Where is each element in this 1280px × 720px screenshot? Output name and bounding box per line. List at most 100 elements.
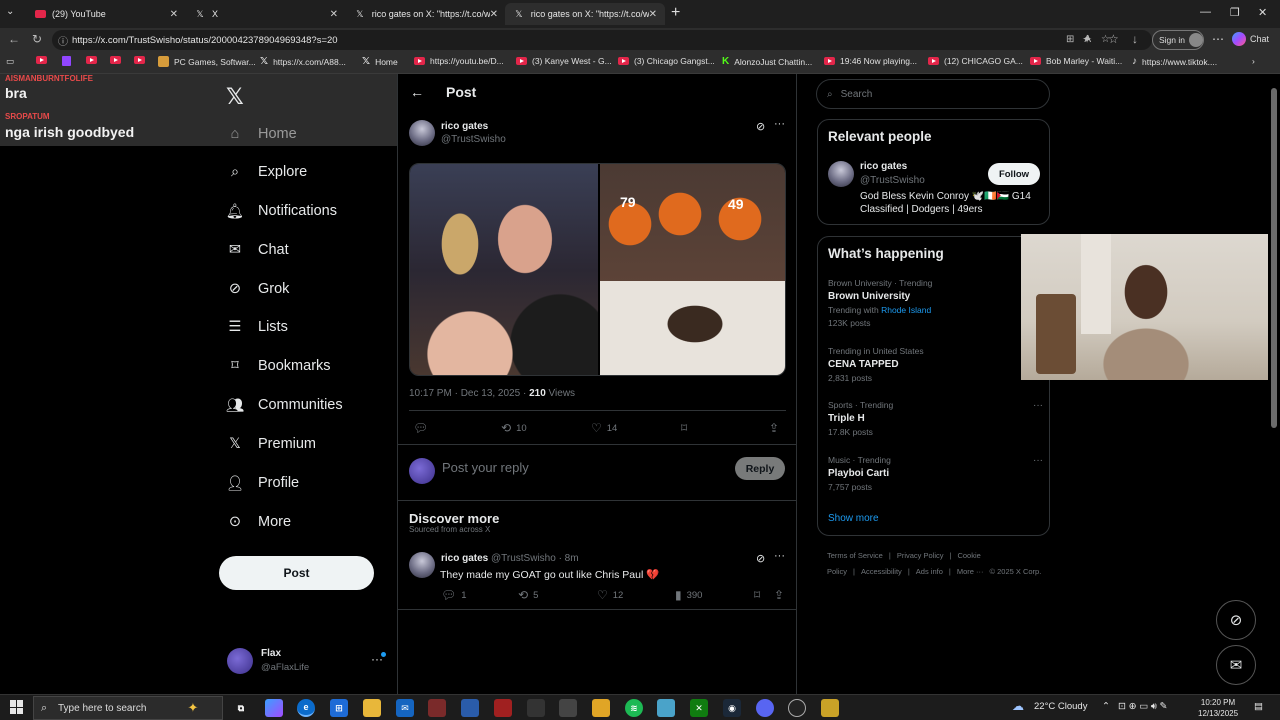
x-logo-icon[interactable]: 𝕏 [226,84,244,110]
tab-post-1[interactable]: 𝕏 rico gates on X: "https://t.co/wQls ✕ [346,3,506,25]
share-button[interactable]: ⇪ [774,588,789,602]
avatar[interactable] [409,120,435,146]
trend-item[interactable]: Trending in United States CENA TAPPED 2,… [828,346,1038,383]
bookmark-pc-games[interactable]: PC Games, Softwar... [158,56,256,67]
follow-button[interactable]: Follow [988,163,1040,185]
trend-item[interactable]: Music · Trending Playboi Carti 7,757 pos… [828,455,1043,492]
bookmark-yt-4[interactable] [134,56,150,64]
weather-text[interactable]: 22°C Cloudy [1034,701,1087,712]
close-icon[interactable]: ✕ [649,9,657,20]
app-icon[interactable] [657,699,675,717]
footer-link[interactable]: More ··· [957,567,984,576]
file-explorer-icon[interactable] [363,699,381,717]
avatar[interactable] [828,161,854,187]
author-name[interactable]: rico gates [441,121,488,132]
settings-more-icon[interactable]: ⋯ [1212,32,1224,46]
tab-x[interactable]: 𝕏 X ✕ [186,3,346,25]
bookmark-yt-2[interactable] [86,56,102,64]
app-icon[interactable] [461,699,479,717]
share-button[interactable]: ⇪ [769,421,784,435]
timeline-tweet[interactable]: rico gates @TrustSwisho · 8m ⊘ ··· They … [398,548,796,610]
more-dots-icon[interactable]: ··· [774,550,785,562]
window-close-button[interactable]: ✕ [1258,6,1267,19]
steam-icon[interactable]: ◉ [723,699,741,717]
nav-item-home[interactable]: ⌂ Home [226,120,297,148]
post-media[interactable]: 79 49 [409,163,786,376]
discord-icon[interactable] [756,699,774,717]
post-timestamp[interactable]: 10:17 PM · Dec 13, 2025 · [409,388,529,399]
bookmark-button[interactable]: ⌑ [754,588,765,602]
nav-item-communities[interactable]: 👥︎ Communities [226,391,343,419]
nav-item-bookmarks[interactable]: ⌑ Bookmarks [226,352,330,380]
app-icon[interactable] [821,699,839,717]
maximize-button[interactable]: ❐ [1230,6,1240,19]
notifications-icon[interactable]: ▤ [1254,701,1263,712]
refresh-icon[interactable]: ↻ [32,32,42,46]
trend-item[interactable]: Sports · Trending Triple H 17.8K posts ·… [828,400,1043,437]
more-dots-icon[interactable]: ··· [1033,455,1043,466]
footer-link[interactable]: Ads info [916,567,943,576]
close-icon[interactable]: ✕ [170,9,178,20]
post-button[interactable]: Post [219,556,374,590]
bookmark-kick[interactable]: K AlonzoJust Chattin... [722,56,812,67]
author-handle[interactable]: @TrustSwisho · 8m [491,553,579,564]
spotify-icon[interactable]: ≋ [625,699,643,717]
extensions-icon[interactable]: ✦ [1082,32,1092,46]
nav-item-premium[interactable]: 𝕏 Premium [226,430,316,458]
avatar[interactable] [409,552,435,578]
download-icon[interactable]: ↓ [1132,32,1138,46]
bookmark-chicago-gangst[interactable]: (3) Chicago Gangst... [618,56,715,66]
footer-link[interactable]: Privacy Policy [897,551,944,560]
account-switcher[interactable]: Flax @aFlaxLife ··· [227,646,387,676]
repost-button[interactable]: ⟲ 5 [518,588,538,602]
chevron-up-icon[interactable]: ⌃ [1102,701,1110,712]
windows-start-icon[interactable] [10,700,24,714]
app-icon[interactable] [788,699,806,717]
task-view-icon[interactable]: ⧉ [232,699,250,717]
tab-post-2-active[interactable]: 𝕏 rico gates on X: "https://t.co/wQls ✕ [505,3,665,25]
nav-item-profile[interactable]: 👤︎ Profile [226,469,299,497]
repost-button[interactable]: ⟲ 10 [501,421,527,435]
bookmark-home[interactable]: 𝕏 Home [362,56,398,67]
search-highlight-icon[interactable]: ✦ [184,699,202,717]
media-image[interactable]: 79 49 [600,164,785,375]
person-name[interactable]: rico gates [860,161,907,172]
footer-link[interactable]: © 2025 X Corp. [990,567,1042,576]
grok-icon[interactable]: ⊘ [756,552,765,565]
reply-input[interactable]: Post your reply [442,460,529,475]
nav-item-grok[interactable]: ⊘ Grok [226,275,290,303]
bookmark-kanye[interactable]: (3) Kanye West - G... [516,56,612,66]
reply-submit-button[interactable]: Reply [735,457,785,480]
grok-icon[interactable]: ⊘ [756,120,765,133]
nav-item-chat[interactable]: ✉ Chat [226,236,289,264]
bookmark-now-playing[interactable]: 19:46 Now playing... [824,56,917,66]
copilot-chat-button[interactable]: Chat [1232,32,1269,46]
system-clock[interactable]: 10:20 PM 12/13/2025 [1198,697,1238,719]
like-button[interactable]: ♡ 14 [591,421,617,435]
back-arrow-icon[interactable]: ← [410,84,424,100]
tray-icons[interactable]: ⊡ ⊕ ▭ 🔊︎ ✎ [1118,701,1167,712]
xbox-icon[interactable]: ✕ [690,699,708,717]
app-icon[interactable] [527,699,545,717]
nav-item-more[interactable]: ⊙ More [226,508,291,536]
more-dots-icon[interactable]: ··· [1033,400,1043,411]
views-button[interactable]: ▮ 390 [675,588,702,602]
bookmark-yt-1[interactable] [36,56,52,64]
nav-item-lists[interactable]: ☰ Lists [226,313,288,341]
messages-fab-button[interactable]: ✉ [1216,645,1256,685]
bookmark-bob-marley[interactable]: Bob Marley - Waiti... [1030,56,1122,66]
store-icon[interactable]: ⊞ [330,699,348,717]
bookmark-x-a88[interactable]: 𝕏https://x.com/A88... [260,56,346,67]
bookmark-tiktok[interactable]: ♪ https://www.tiktok.... [1132,56,1217,67]
app-icon[interactable] [559,699,577,717]
tab-youtube[interactable]: (29) YouTube ✕ [26,3,186,25]
reply-button[interactable]: 💬︎ 1 [441,588,467,602]
app-icon[interactable] [592,699,610,717]
bookmark-yt-3[interactable] [110,56,126,64]
trend-item[interactable]: Brown University · Trending Brown Univer… [828,278,1038,328]
bookmark-chicago-ga[interactable]: (12) CHICAGO GA... [928,56,1023,66]
nav-item-notifications[interactable]: 🔔︎ Notifications [226,197,337,225]
search-input[interactable]: ⌕ Search [816,79,1050,109]
author-name[interactable]: rico gates [441,553,488,564]
footer-link[interactable]: Accessibility [861,567,902,576]
